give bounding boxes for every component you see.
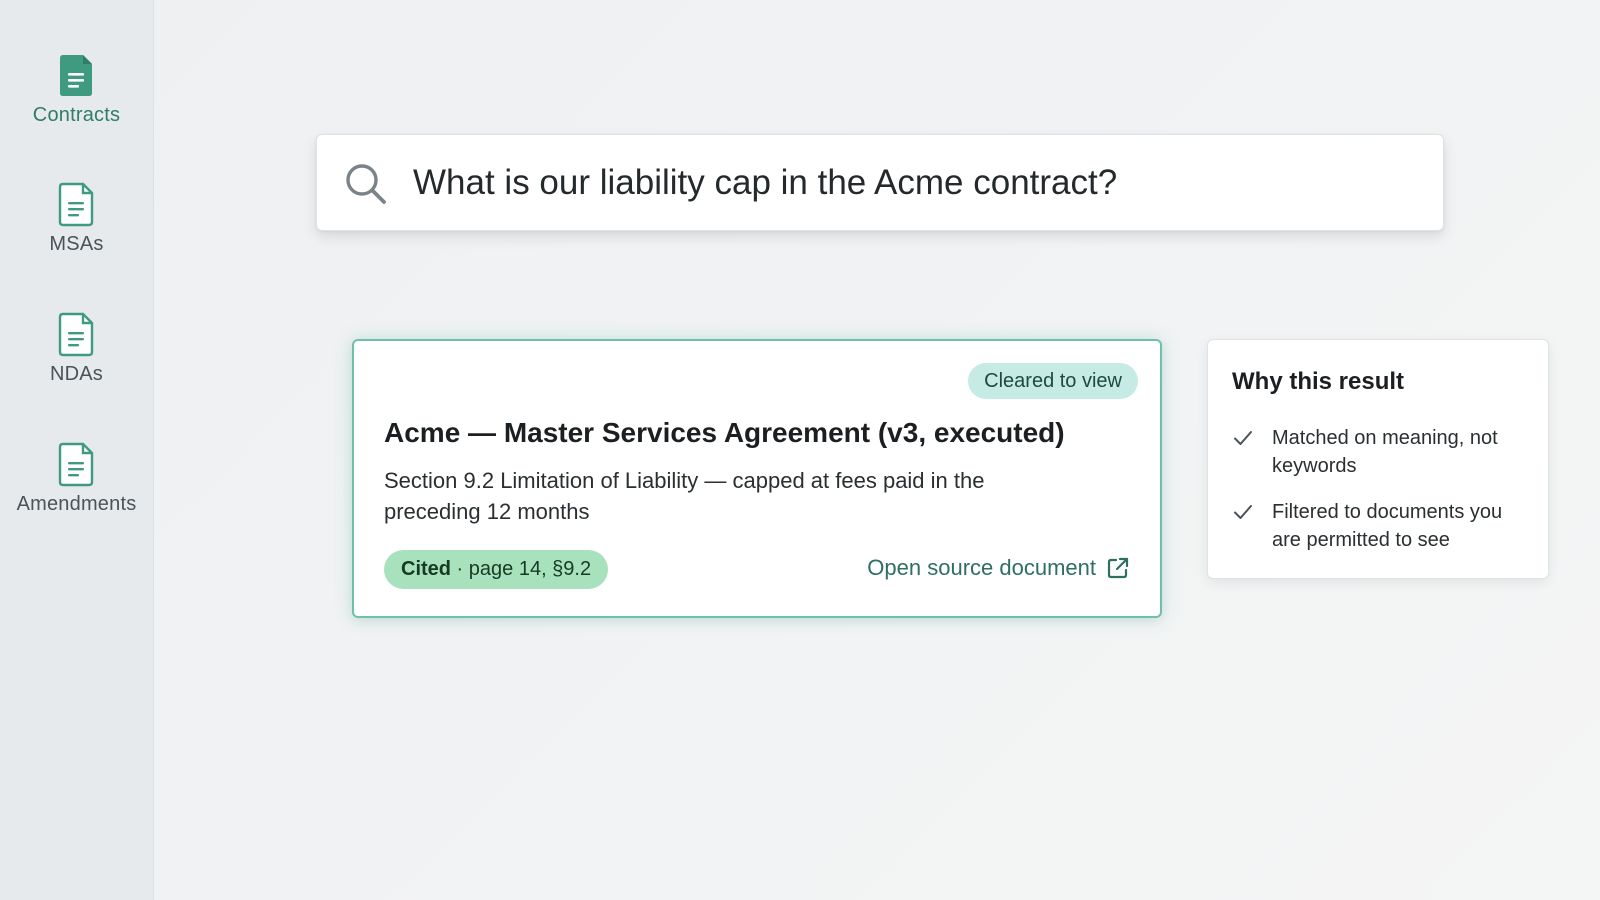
sidebar-item-contracts[interactable]: Contracts [0,52,153,127]
list-item: Matched on meaning, not keywords [1232,424,1532,480]
document-icon [58,442,93,487]
why-panel-title: Why this result [1232,368,1405,395]
result-title[interactable]: Acme — Master Services Agreement (v3, ex… [384,417,1065,449]
document-icon [58,182,93,227]
sidebar-item-label: NDAs [49,363,104,385]
access-status-badge: Cleared to view [968,363,1138,399]
check-icon [1234,431,1252,445]
why-this-result-panel: Why this result Matched on meaning, not … [1207,339,1549,579]
open-source-document-label: Open source document [867,555,1096,580]
reason-text: Matched on meaning, not keywords [1272,427,1498,477]
app-window: Contracts MSAs NDAs Amendments What is o… [0,0,1600,900]
citation-detail: · page 14, §9.2 [451,558,592,580]
external-link-icon [1107,557,1129,579]
sidebar-item-label: Amendments [16,493,137,515]
result-card[interactable]: Cleared to view Acme — Master Services A… [352,339,1162,618]
search-input[interactable] [413,155,1413,211]
result-snippet: Section 9.2 Limitation of Liability — ca… [384,468,985,524]
list-item: Filtered to documents you are permitted … [1232,498,1532,554]
check-icon [1234,505,1252,519]
search-bar[interactable] [316,134,1444,231]
sidebar-item-ndas[interactable]: NDAs [0,311,153,386]
sidebar-item-amendments[interactable]: Amendments [0,441,153,516]
why-reason-list: Matched on meaning, not keywords Filtere… [1232,424,1532,572]
citation-label: Cited [401,558,451,580]
sidebar: Contracts MSAs NDAs Amendments [0,0,154,900]
open-source-document-link[interactable]: Open source document [867,555,1130,581]
sidebar-item-label: MSAs [49,233,104,255]
document-filled-icon [59,55,92,96]
reason-text: Filtered to documents you are permitted … [1272,501,1503,551]
sidebar-item-msas[interactable]: MSAs [0,181,153,256]
sidebar-item-label: Contracts [32,104,121,126]
citation-badge: Cited · page 14, §9.2 [384,550,609,589]
document-icon [58,312,93,357]
search-icon [346,164,386,204]
